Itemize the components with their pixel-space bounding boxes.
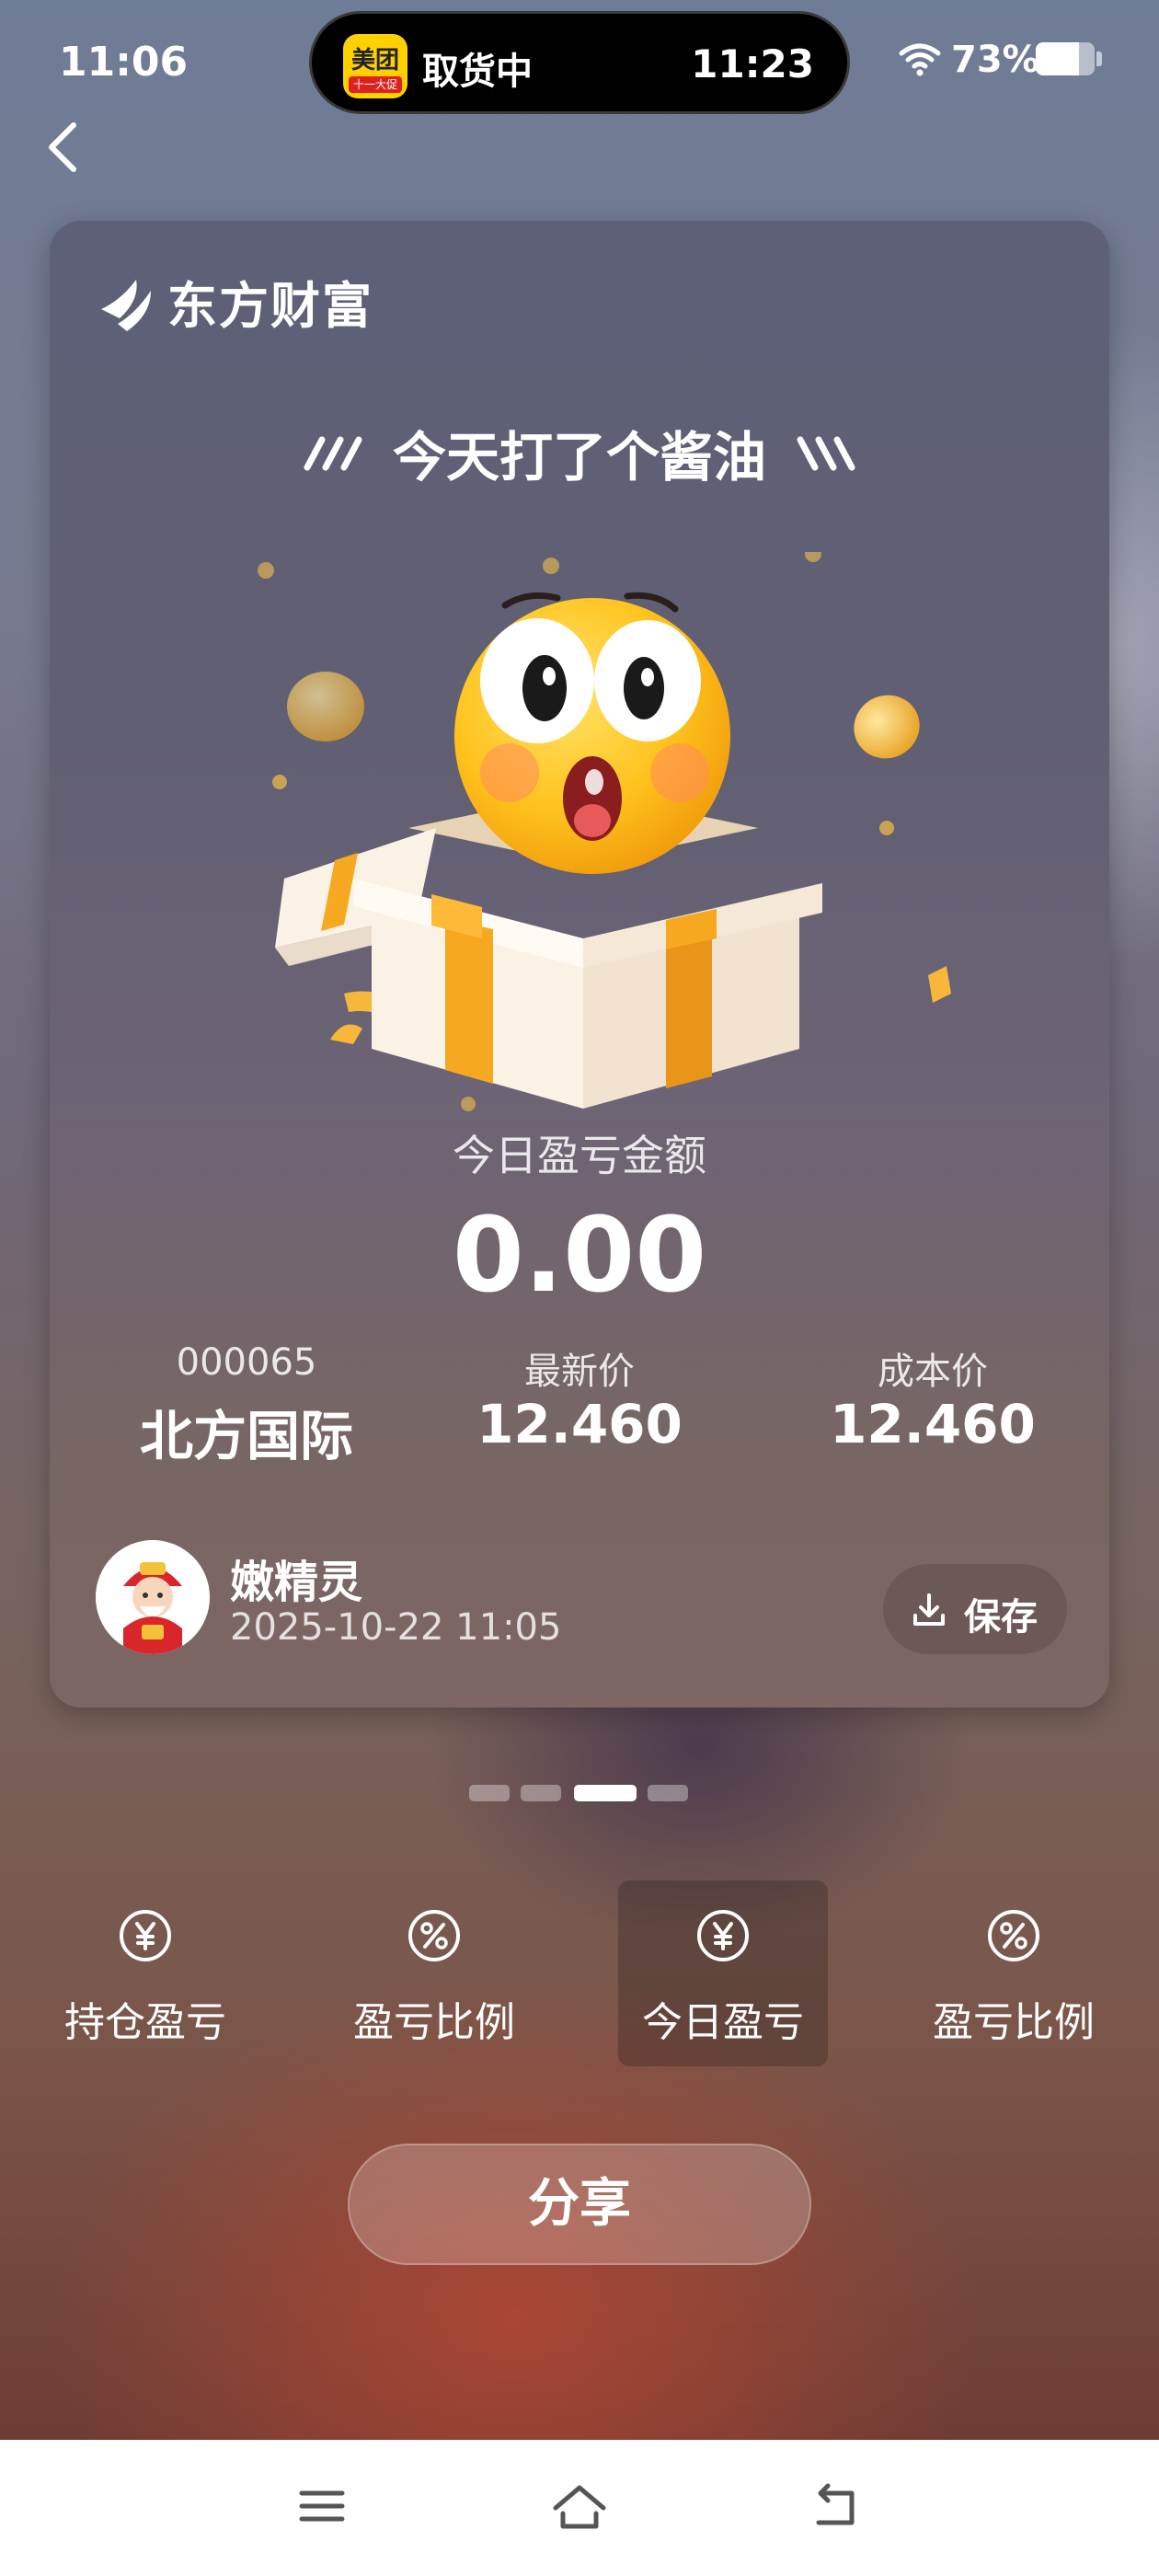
today-pl-label: 今日盈亏金额 [453, 1131, 706, 1180]
back-icon[interactable] [809, 2480, 865, 2532]
home-icon[interactable] [550, 2480, 609, 2532]
battery-cap [1096, 52, 1102, 66]
meituan-icon-subtext: 十一大促 [349, 76, 402, 93]
eastmoney-logo-icon [101, 280, 151, 331]
tab-label: 盈亏比例 [933, 1999, 1095, 2046]
share-card: 东方财富 今天打了个酱油 今日盈亏金额 0.00 000065 北方国际 最新价… [50, 221, 1109, 1708]
percent-icon [408, 1910, 460, 1961]
island-status-text: 取货中 [422, 51, 533, 93]
share-button[interactable]: 分享 [348, 2144, 811, 2265]
pager-dot[interactable] [648, 1785, 688, 1801]
left-slashes-icon [304, 436, 362, 471]
percent-icon [988, 1910, 1039, 1961]
avatar [96, 1540, 210, 1654]
download-icon [913, 1593, 945, 1626]
right-slashes-icon [797, 436, 855, 471]
status-clock: 11:06 [59, 39, 189, 86]
today-pl-value: 0.00 [452, 1196, 707, 1316]
tab-today-pl[interactable]: 今日盈亏 [618, 1880, 828, 2066]
dynamic-island[interactable]: 美团 十一大促 取货中 11:23 [309, 11, 850, 114]
menu-icon[interactable] [296, 2480, 348, 2532]
tab-label: 今日盈亏 [642, 1999, 804, 2046]
battery-percent: 73% [951, 39, 1039, 81]
title-row: 今天打了个酱油 [50, 414, 1109, 491]
cost-price-block: 成本价 12.460 [758, 1341, 1107, 1455]
pager-dot-active[interactable] [574, 1785, 637, 1801]
battery-level-fill [1036, 42, 1079, 75]
user-name: 嫩精灵 [230, 1557, 363, 1608]
timestamp: 2025-10-22 11:05 [230, 1606, 562, 1649]
tab-pl-ratio[interactable]: 盈亏比例 [329, 1880, 539, 2066]
user-row: 嫩精灵 2025-10-22 11:05 保存 [96, 1531, 1071, 1660]
back-chevron-icon[interactable] [37, 114, 92, 178]
pager-dots [0, 1785, 1159, 1803]
stock-info: 000065 北方国际 [72, 1341, 421, 1470]
meituan-icon-text: 美团 [350, 47, 399, 75]
pager-dot[interactable] [469, 1785, 510, 1801]
latest-price-value: 12.460 [476, 1393, 683, 1455]
tab-pl-ratio-2[interactable]: 盈亏比例 [909, 1880, 1119, 2066]
status-bar: 11:06 美团 十一大促 取货中 11:23 73% [0, 0, 1159, 120]
tab-label: 盈亏比例 [353, 1999, 515, 2046]
card-title: 今天打了个酱油 [392, 426, 766, 489]
latest-price-label: 最新价 [524, 1351, 635, 1393]
pager-dot[interactable] [521, 1785, 561, 1801]
battery-icon [1036, 42, 1095, 75]
tab-holding-pl[interactable]: 持仓盈亏 [40, 1880, 250, 2066]
meituan-app-icon: 美团 十一大促 [343, 34, 407, 98]
island-time: 11:23 [691, 41, 814, 86]
cost-price-label: 成本价 [878, 1351, 988, 1393]
cost-price-value: 12.460 [830, 1393, 1036, 1455]
latest-price-block: 最新价 12.460 [405, 1341, 754, 1455]
brand-name: 东方财富 [167, 277, 373, 335]
save-button-label: 保存 [964, 1596, 1038, 1639]
stock-code: 000065 [176, 1341, 317, 1384]
stock-name: 北方国际 [139, 1405, 353, 1467]
wifi-icon [899, 43, 941, 76]
tab-label: 持仓盈亏 [64, 1999, 226, 2046]
yen-icon [120, 1910, 171, 1961]
system-nav-bar [0, 2440, 1159, 2576]
save-button[interactable]: 保存 [883, 1564, 1067, 1654]
yen-icon [697, 1910, 749, 1961]
